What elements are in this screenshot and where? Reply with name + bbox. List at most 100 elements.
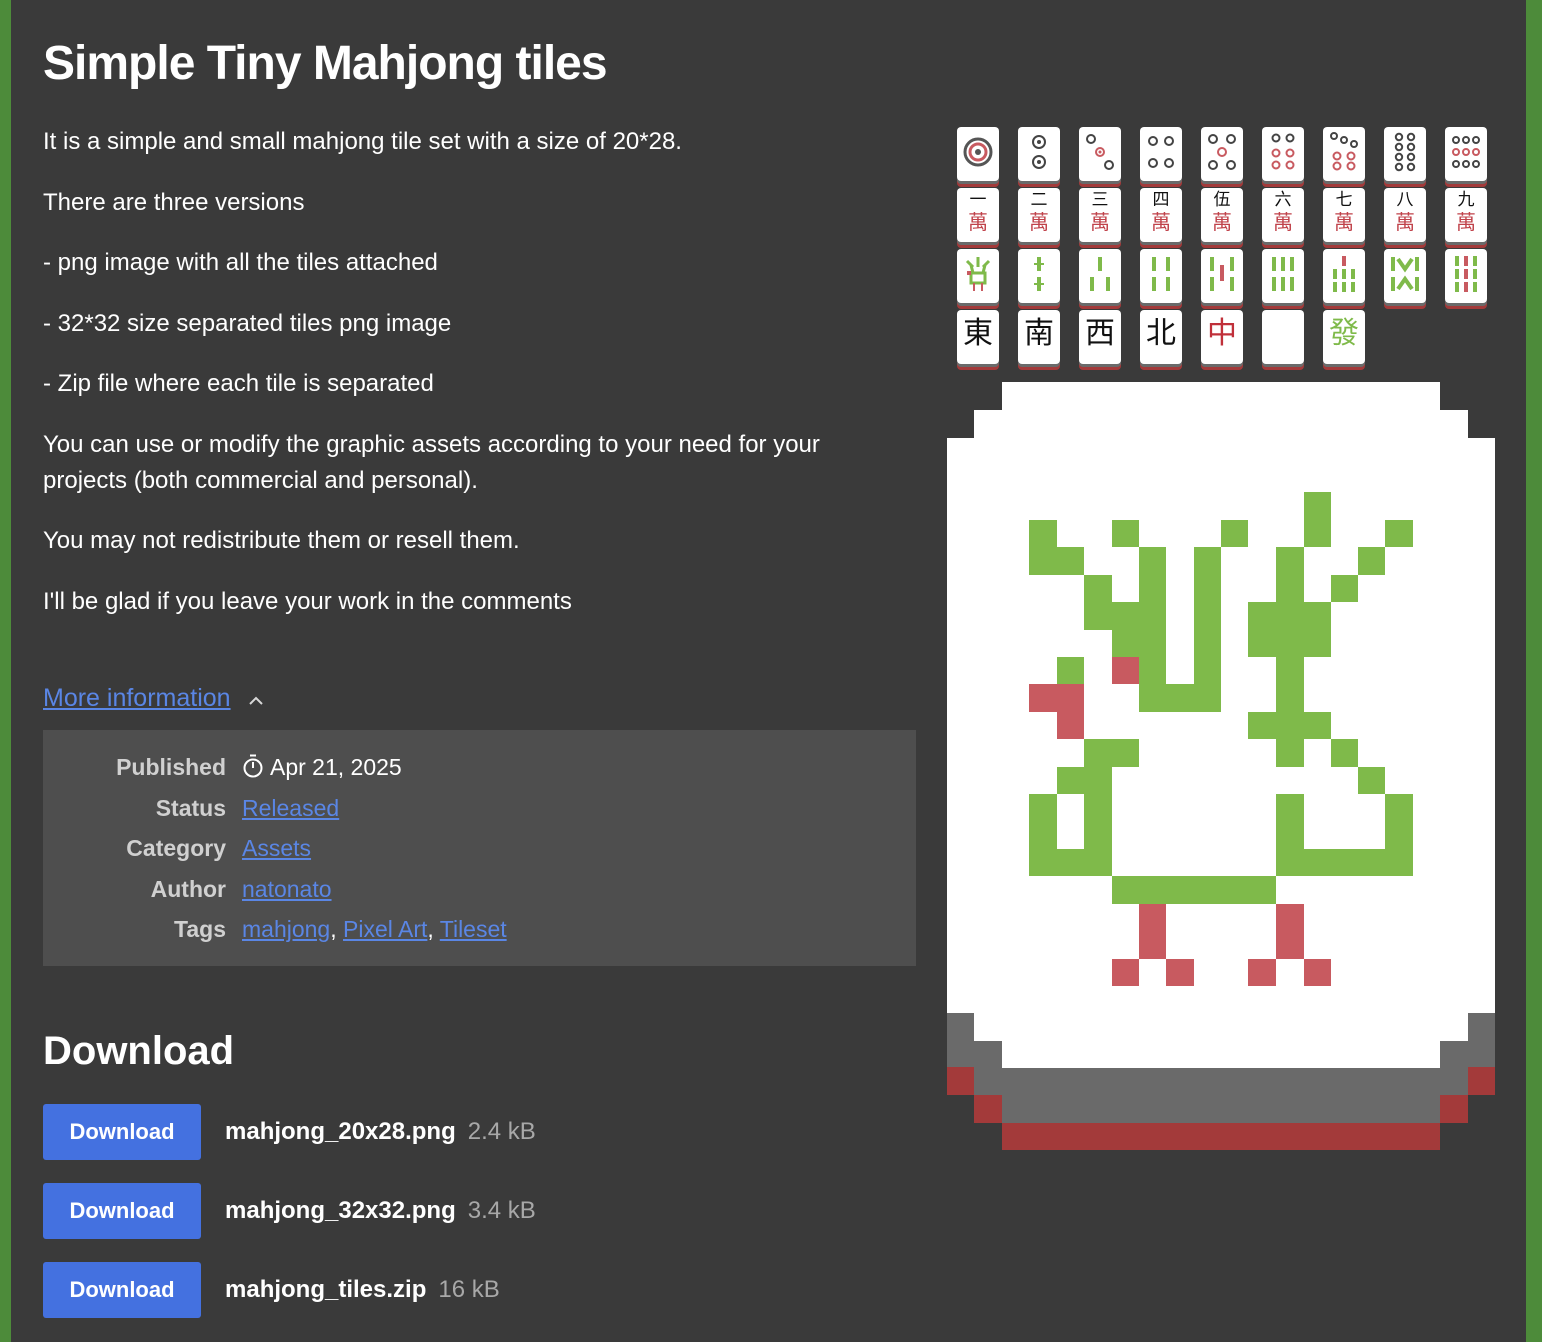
description-paragraph: There are three versions [43, 188, 305, 216]
file-entry: mahjong_tiles.zip 16 kB [225, 1272, 500, 1308]
info-table: Published Apr 21, 2025 Status Released C… [43, 730, 916, 966]
tile-east: 東 [957, 310, 999, 364]
stopwatch-icon [243, 754, 263, 778]
honor-char: 發 [1329, 316, 1359, 351]
tag-link[interactable]: Pixel Art [343, 916, 427, 942]
published-label: Published [116, 754, 226, 780]
tile-pin-5 [1201, 127, 1243, 181]
tile-sou-5 [1201, 249, 1243, 303]
author-label: Author [150, 876, 226, 902]
tile-pin-4 [1140, 127, 1182, 181]
pin-6-icon [1271, 133, 1295, 170]
tile-sou-2 [1018, 249, 1060, 303]
tile-pin-1 [957, 127, 999, 181]
honor-char: 中 [1207, 316, 1237, 351]
tile-man-2: 二萬 [1018, 188, 1060, 242]
pin-8-icon [1394, 132, 1416, 172]
honor-char: 北 [1146, 316, 1176, 351]
chevron-up-icon[interactable] [246, 690, 266, 710]
honor-char: 東 [963, 316, 993, 351]
large-bird-tile-icon [947, 382, 1495, 1150]
sou-6-icon [1272, 257, 1294, 291]
author-link[interactable]: natonato [242, 876, 332, 902]
description-paragraph: - 32*32 size separated tiles png image [43, 309, 452, 337]
tag-link[interactable]: mahjong [242, 916, 330, 942]
tile-man-9: 九萬 [1445, 188, 1487, 242]
man-char: 萬 [968, 210, 988, 234]
tile-pin-7 [1323, 127, 1365, 181]
tile-man-4: 四萬 [1140, 188, 1182, 242]
page-title: Simple Tiny Mahjong tiles [43, 37, 608, 90]
tile-man-7: 七萬 [1323, 188, 1365, 242]
man-char: 萬 [1090, 210, 1110, 234]
tile-red-dragon: 中 [1201, 310, 1243, 364]
pin-9-icon [1452, 136, 1480, 168]
man-char: 萬 [1456, 210, 1476, 234]
tile-pin-8 [1384, 127, 1426, 181]
man-char: 萬 [1334, 210, 1354, 234]
tile-pin-2 [1018, 127, 1060, 181]
download-row: Download mahjong_20x28.png 2.4 kB [43, 1104, 893, 1160]
pin-3-icon [1086, 134, 1114, 170]
man-numeral: 四 [1152, 190, 1170, 210]
tile-green-dragon: 發 [1323, 310, 1365, 364]
tile-pin-3 [1079, 127, 1121, 181]
tile-pin-9 [1445, 127, 1487, 181]
status-label: Status [155, 795, 226, 821]
sou-2-icon [1034, 257, 1044, 291]
man-numeral: 九 [1457, 190, 1475, 210]
tile-sou-4 [1140, 249, 1182, 303]
file-name: mahjong_32x32.png [225, 1197, 456, 1224]
info-row-tags: Tags mahjong, Pixel Art, Tileset [43, 911, 916, 947]
file-entry: mahjong_32x32.png 3.4 kB [225, 1193, 536, 1229]
man-char: 萬 [1212, 210, 1232, 234]
tags-label: Tags [174, 916, 226, 942]
man-char: 萬 [1273, 210, 1293, 234]
download-button[interactable]: Download [43, 1104, 201, 1160]
pin-5-icon [1208, 134, 1236, 170]
tile-sou-8 [1384, 249, 1426, 303]
man-char: 萬 [1395, 210, 1415, 234]
tile-pin-6 [1262, 127, 1304, 181]
pin-1-icon [963, 137, 993, 167]
file-name: mahjong_tiles.zip [225, 1276, 427, 1303]
sou-8-icon [1391, 257, 1419, 291]
tag-link[interactable]: Tileset [440, 916, 507, 942]
category-label: Category [126, 835, 226, 861]
info-row-status: Status Released [43, 790, 916, 826]
description-paragraph: I'll be glad if you leave your work in t… [43, 587, 572, 615]
file-name: mahjong_20x28.png [225, 1118, 456, 1145]
description: It is a simple and small mahjong tile se… [43, 124, 863, 644]
tile-west: 西 [1079, 310, 1121, 364]
file-size: 3.4 kB [467, 1197, 536, 1224]
tileset-preview: 一萬 二萬 三萬 四萬 伍萬 六萬 七萬 八萬 九萬 東 南 西 北 中 發 [957, 127, 1497, 367]
published-value: Apr 21, 2025 [270, 754, 402, 780]
tile-north: 北 [1140, 310, 1182, 364]
tile-white-dragon [1262, 310, 1304, 364]
tile-man-6: 六萬 [1262, 188, 1304, 242]
pin-7-icon [1330, 132, 1358, 171]
status-link[interactable]: Released [242, 795, 339, 821]
man-numeral: 八 [1396, 190, 1414, 210]
description-paragraph: You can use or modify the graphic assets… [43, 430, 820, 494]
man-numeral: 七 [1335, 190, 1353, 210]
more-information-link[interactable]: More information [43, 682, 231, 714]
tile-sou-3 [1079, 249, 1121, 303]
man-char: 萬 [1151, 210, 1171, 234]
info-row-author: Author natonato [43, 871, 916, 907]
description-paragraph: You may not redistribute them or resell … [43, 527, 520, 554]
tile-sou-1 [957, 249, 999, 303]
sou-7-icon [1333, 256, 1355, 292]
tile-man-3: 三萬 [1079, 188, 1121, 242]
man-numeral: 六 [1274, 190, 1292, 210]
download-button[interactable]: Download [43, 1262, 201, 1318]
info-row-category: Category Assets [43, 830, 916, 866]
bird-icon [965, 257, 991, 291]
category-link[interactable]: Assets [242, 835, 311, 861]
tile-man-1: 一萬 [957, 188, 999, 242]
download-button[interactable]: Download [43, 1183, 201, 1239]
file-size: 2.4 kB [467, 1118, 536, 1145]
file-size: 16 kB [438, 1276, 500, 1303]
download-heading: Download [43, 1029, 235, 1073]
tile-south: 南 [1018, 310, 1060, 364]
